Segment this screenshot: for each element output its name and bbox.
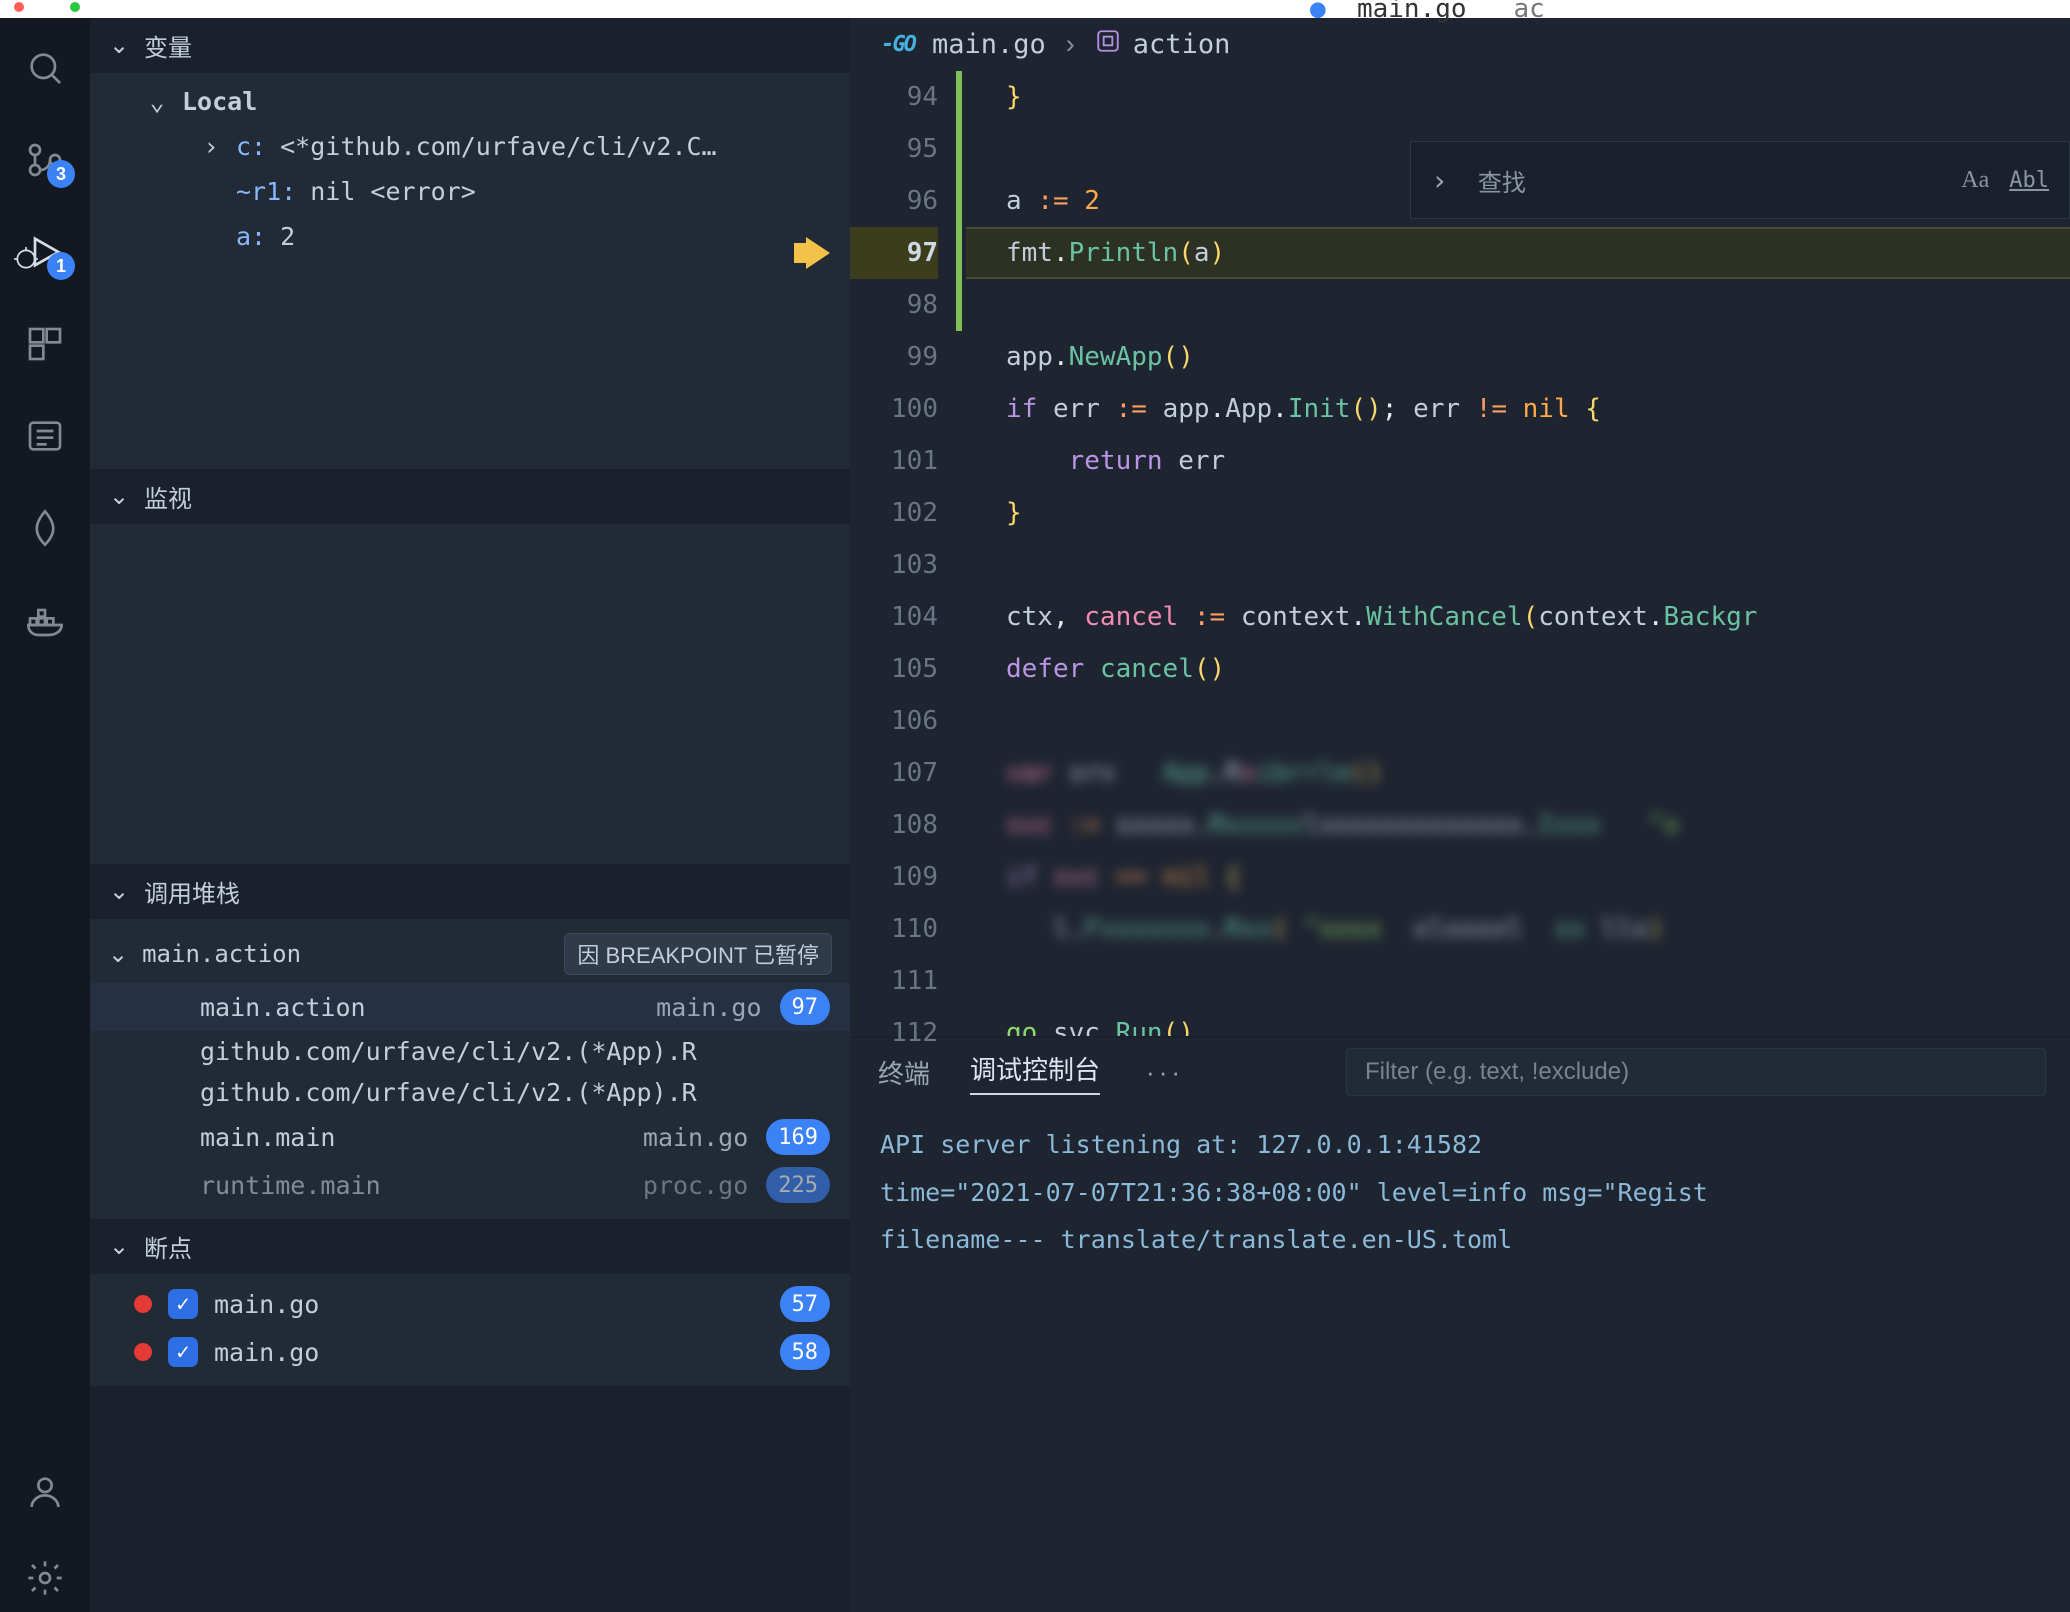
stack-line-badge: 97 xyxy=(780,989,831,1025)
scope-row[interactable]: ⌄ Local xyxy=(90,79,850,124)
stack-line-badge: 225 xyxy=(766,1167,830,1203)
tab-terminal[interactable]: 终端 xyxy=(878,1054,930,1091)
filter-placeholder: Filter (e.g. text, !exclude) xyxy=(1365,1058,1629,1086)
scope-name: Local xyxy=(182,87,257,116)
breakpoint-row[interactable]: ✓ main.go 57 xyxy=(90,1280,850,1328)
breadcrumb-file[interactable]: main.go xyxy=(932,29,1046,60)
chevron-right-icon[interactable]: › xyxy=(1431,164,1448,197)
go-file-icon: -GO xyxy=(876,32,920,57)
callstack-title: 调用堆栈 xyxy=(144,874,240,909)
variable-name: ~r1: xyxy=(236,177,296,206)
breakpoint-dot-icon xyxy=(134,1295,152,1313)
stack-frame[interactable]: github.com/urfave/cli/v2.(*App).R xyxy=(90,1031,850,1072)
variable-row[interactable]: › a: 2 xyxy=(90,214,850,259)
editor-tab-dirty[interactable]: ● main.go ac xyxy=(1310,0,1545,24)
variables-section-header[interactable]: ⌄ 变量 xyxy=(90,18,850,73)
breakpoints-section-header[interactable]: ⌄ 断点 xyxy=(90,1219,850,1274)
stack-fn: main.action xyxy=(200,993,638,1022)
code-editor[interactable]: 9495969798991001011021031041051061071081… xyxy=(850,71,2070,1036)
variable-name: c: xyxy=(236,132,266,161)
stack-frame[interactable]: main.main main.go 169 xyxy=(90,1113,850,1161)
breakpoint-file: main.go xyxy=(214,1290,319,1319)
chevron-down-icon: ⌄ xyxy=(108,1232,130,1261)
breakpoint-checkbox[interactable]: ✓ xyxy=(168,1337,198,1367)
chevron-down-icon: ⌄ xyxy=(108,940,128,969)
explorer-icon[interactable] xyxy=(21,44,69,92)
callstack-thread-name: main.action xyxy=(142,940,301,968)
stack-fn: main.main xyxy=(200,1123,625,1152)
breakpoint-checkbox[interactable]: ✓ xyxy=(168,1289,198,1319)
chevron-down-icon: ⌄ xyxy=(108,877,130,906)
window-tab-strip: ● main.go ac xyxy=(0,0,2070,18)
variable-row[interactable]: › ~r1: nil <error> xyxy=(90,169,850,214)
callstack-thread-row[interactable]: ⌄ main.action 因 BREAKPOINT 已暂停 xyxy=(90,925,850,983)
line-number-gutter: 9495969798991001011021031041051061071081… xyxy=(850,71,956,1036)
variable-row[interactable]: › c: <*github.com/urfave/cli/v2.C… xyxy=(90,124,850,169)
breakpoint-file: main.go xyxy=(214,1338,319,1367)
tab-debug-console[interactable]: 调试控制台 xyxy=(970,1050,1100,1095)
panel-tabs: 终端 调试控制台 ··· Filter (e.g. text, !exclude… xyxy=(850,1038,2070,1107)
find-input[interactable]: 查找 xyxy=(1468,163,1941,198)
breadcrumb-symbol[interactable]: action xyxy=(1133,29,1231,60)
chevron-down-icon: ⌄ xyxy=(108,482,130,511)
account-icon[interactable] xyxy=(21,1468,69,1516)
activity-bar: 3 1 xyxy=(0,18,90,1612)
docker-icon[interactable] xyxy=(21,596,69,644)
stack-frame[interactable]: runtime.main proc.go 225 xyxy=(90,1161,850,1209)
breakpoints-section-body: ✓ main.go 57 ✓ main.go 58 xyxy=(90,1274,850,1386)
stack-file: main.go xyxy=(656,993,761,1022)
chevron-right-icon: › xyxy=(200,132,222,161)
debug-icon[interactable]: 1 xyxy=(21,228,69,276)
mongo-leaf-icon[interactable] xyxy=(21,504,69,552)
settings-gear-icon[interactable] xyxy=(21,1554,69,1602)
variable-value: nil <error> xyxy=(310,177,476,206)
stack-file: proc.go xyxy=(643,1171,748,1200)
breadcrumbs[interactable]: -GO main.go › action xyxy=(850,18,2070,71)
gutter-decorations xyxy=(956,71,966,1036)
variables-section-body: ⌄ Local › c: <*github.com/urfave/cli/v2.… xyxy=(90,73,850,469)
traffic-light-close[interactable] xyxy=(14,2,24,12)
stack-fn: runtime.main xyxy=(200,1171,625,1200)
stack-file: main.go xyxy=(643,1123,748,1152)
traffic-light-zoom[interactable] xyxy=(70,2,80,12)
find-widget[interactable]: › 查找 Aa Abl xyxy=(1410,141,2070,219)
breakpoint-dot-icon xyxy=(134,1343,152,1361)
match-whole-word-icon[interactable]: Abl xyxy=(2009,168,2049,193)
stack-fn: github.com/urfave/cli/v2.(*App).R xyxy=(200,1037,830,1066)
chevron-down-icon: ⌄ xyxy=(108,31,130,60)
outline-icon[interactable] xyxy=(21,412,69,460)
callstack-section-header[interactable]: ⌄ 调用堆栈 xyxy=(90,864,850,919)
watch-title: 监视 xyxy=(144,479,192,514)
scm-icon[interactable]: 3 xyxy=(21,136,69,184)
extensions-icon[interactable] xyxy=(21,320,69,368)
debug-console-output[interactable]: API server listening at: 127.0.0.1:41582… xyxy=(850,1107,2070,1612)
breakpoint-line-badge: 57 xyxy=(780,1286,831,1322)
editor-column: -GO main.go › action 9495969798991001011… xyxy=(850,18,2070,1612)
debug-side-panel: ⌄ 变量 ⌄ Local › c: <*github.com/urfave/cl… xyxy=(90,18,850,1612)
watch-section-header[interactable]: ⌄ 监视 xyxy=(90,469,850,524)
watch-section-body xyxy=(90,524,850,864)
breakpoint-row[interactable]: ✓ main.go 58 xyxy=(90,1328,850,1376)
stack-frame[interactable]: github.com/urfave/cli/v2.(*App).R xyxy=(90,1072,850,1113)
panel-filter-input[interactable]: Filter (e.g. text, !exclude) xyxy=(1346,1048,2046,1096)
callstack-section-body: ⌄ main.action 因 BREAKPOINT 已暂停 main.acti… xyxy=(90,919,850,1219)
bottom-panel: 终端 调试控制台 ··· Filter (e.g. text, !exclude… xyxy=(850,1036,2070,1612)
debug-badge: 1 xyxy=(47,252,75,280)
stack-frame[interactable]: main.action main.go 97 xyxy=(90,983,850,1031)
breakpoints-title: 断点 xyxy=(144,1229,192,1264)
paused-reason-pill: 因 BREAKPOINT 已暂停 xyxy=(564,933,832,975)
stack-line-badge: 169 xyxy=(766,1119,830,1155)
more-tabs-icon[interactable]: ··· xyxy=(1140,1057,1184,1088)
breakpoint-line-badge: 58 xyxy=(780,1334,831,1370)
variable-value: 2 xyxy=(280,222,295,251)
stack-fn: github.com/urfave/cli/v2.(*App).R xyxy=(200,1078,830,1107)
symbol-function-icon xyxy=(1095,28,1121,61)
scm-badge: 3 xyxy=(47,160,75,188)
chevron-right-icon: › xyxy=(1060,29,1081,60)
variable-value: <*github.com/urfave/cli/v2.C… xyxy=(280,132,717,161)
match-case-icon[interactable]: Aa xyxy=(1961,167,1989,194)
variable-name: a: xyxy=(236,222,266,251)
variables-title: 变量 xyxy=(144,28,192,63)
chevron-down-icon: ⌄ xyxy=(146,87,168,116)
